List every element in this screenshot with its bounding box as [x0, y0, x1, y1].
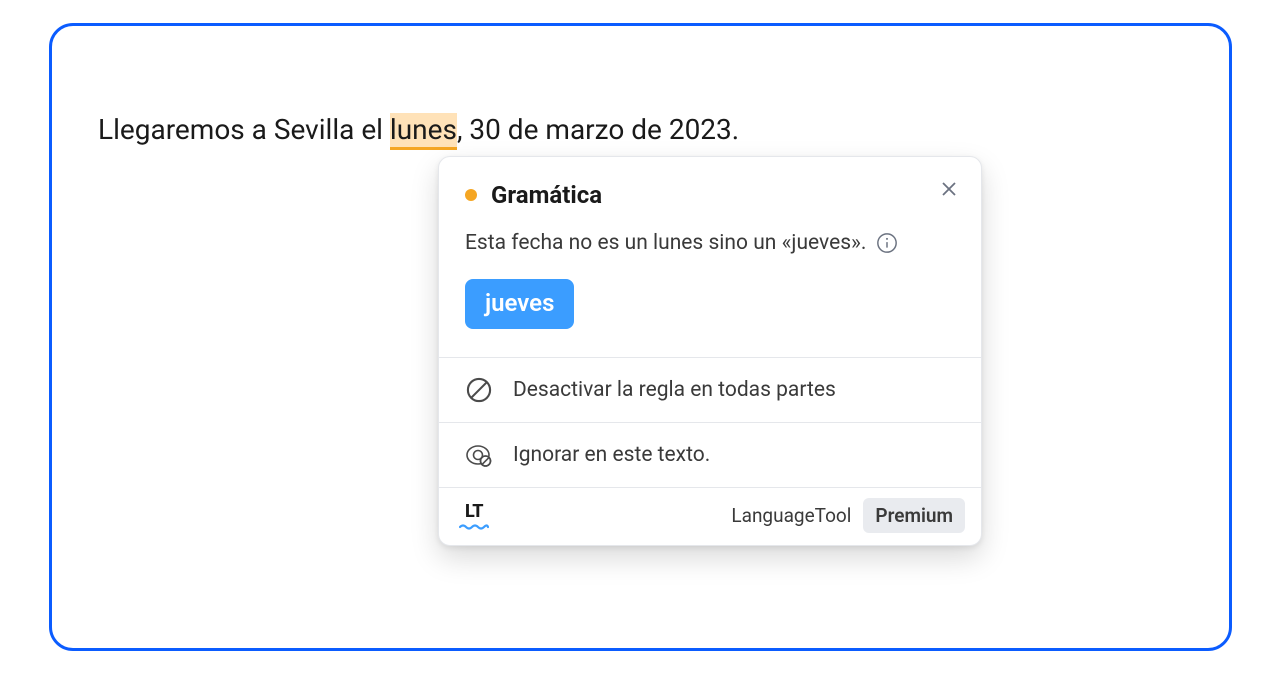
category-dot-icon [465, 189, 477, 201]
description-text: Esta fecha no es un lunes sino un «jueve… [465, 231, 866, 255]
close-button[interactable] [939, 179, 959, 199]
category-row: Gramática [465, 181, 955, 209]
premium-badge[interactable]: Premium [863, 498, 965, 533]
category-label: Gramática [491, 181, 602, 209]
ignore-icon [465, 441, 493, 469]
highlighted-word[interactable]: lunes [390, 113, 457, 150]
description-row: Esta fecha no es un lunes sino un «jueve… [439, 215, 981, 255]
close-icon [941, 181, 957, 197]
lt-logo-text: LT [465, 501, 483, 522]
grammar-popup: Gramática Esta fecha no es un lunes sino… [438, 156, 982, 546]
wave-underline-icon [459, 524, 489, 530]
disable-icon [465, 376, 493, 404]
sentence-before: Llegaremos a Sevilla el [98, 113, 390, 146]
brand-link[interactable]: LanguageTool [731, 504, 851, 527]
lt-logo[interactable]: LT [459, 501, 489, 530]
suggestion-chip[interactable]: jueves [465, 279, 574, 329]
ignore-text-label: Ignorar en este texto. [513, 443, 710, 467]
ignore-text-button[interactable]: Ignorar en este texto. [439, 422, 981, 487]
popup-footer: LT LanguageTool Premium [439, 487, 981, 545]
suggestion-row: jueves [439, 255, 981, 357]
sentence-after: , 30 de marzo de 2023. [457, 113, 739, 146]
disable-rule-label: Desactivar la regla en todas partes [513, 378, 836, 402]
info-icon[interactable] [876, 232, 898, 254]
editor-frame: Llegaremos a Sevilla el lunes, 30 de mar… [49, 23, 1232, 651]
editor-text[interactable]: Llegaremos a Sevilla el lunes, 30 de mar… [98, 110, 739, 149]
popup-header: Gramática [439, 157, 981, 215]
disable-rule-button[interactable]: Desactivar la regla en todas partes [439, 357, 981, 422]
